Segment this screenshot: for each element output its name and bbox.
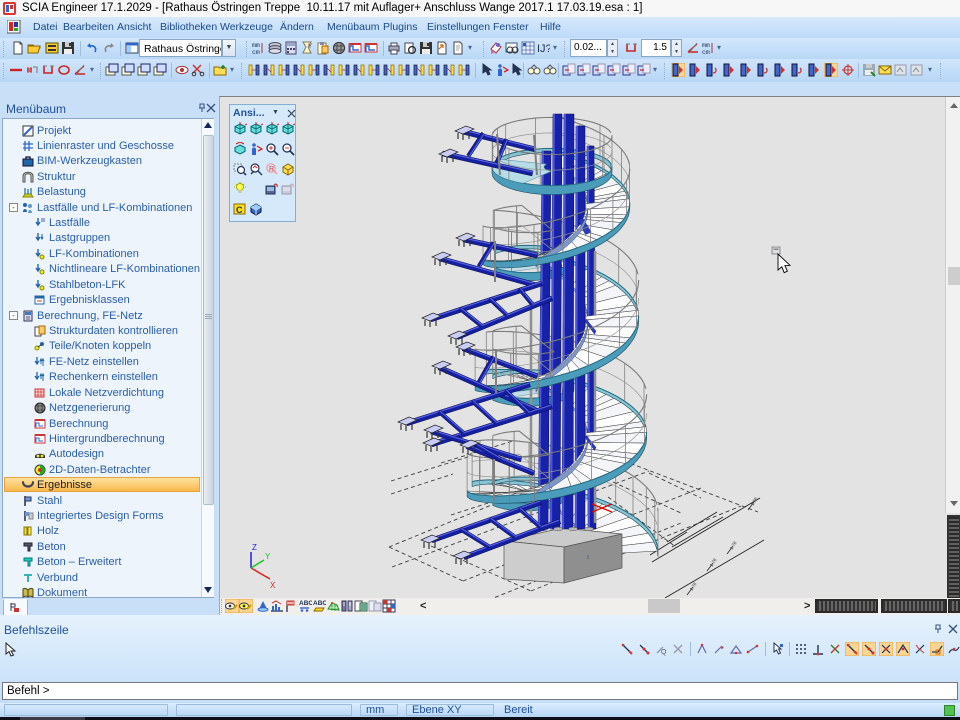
svg-text:cm: cm bbox=[252, 49, 260, 55]
svg-text:1.78: 1.78 bbox=[729, 540, 738, 550]
svg-text:Q: Q bbox=[661, 649, 667, 656]
svg-text:ABC: ABC bbox=[313, 600, 326, 607]
svg-text:1.78: 1.78 bbox=[750, 496, 759, 506]
svg-text:IJ?: IJ? bbox=[537, 43, 550, 55]
svg-text:R: R bbox=[269, 166, 274, 173]
svg-text:Y: Y bbox=[265, 552, 271, 561]
svg-text:Z: Z bbox=[252, 543, 257, 552]
svg-text:C: C bbox=[236, 205, 243, 215]
svg-text:cm: cm bbox=[702, 49, 710, 55]
svg-text:mm: mm bbox=[702, 42, 710, 49]
svg-text:1.78: 1.78 bbox=[709, 557, 718, 567]
svg-text:Y: Y bbox=[308, 44, 312, 50]
svg-text:X: X bbox=[270, 581, 276, 590]
svg-text:1.78: 1.78 bbox=[689, 581, 698, 591]
svg-text:ABC: ABC bbox=[299, 600, 312, 607]
svg-text:mm: mm bbox=[252, 42, 260, 49]
